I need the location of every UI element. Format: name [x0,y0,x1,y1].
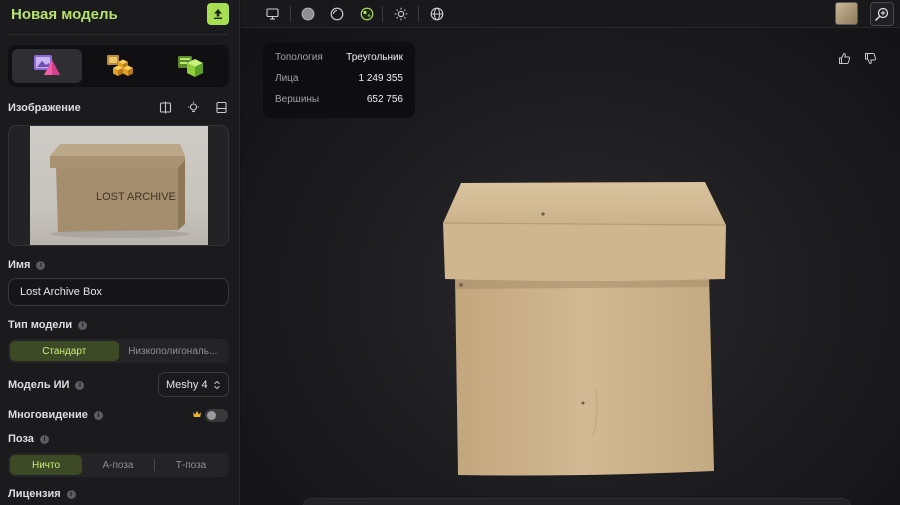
lighting-button[interactable] [392,5,410,23]
info-icon[interactable]: i [78,320,88,330]
multiview-label: Многовидение i [8,409,103,421]
crown-icon [193,411,201,417]
like-button[interactable] [836,50,852,66]
upload-icon [214,9,222,19]
text-to-3d-icon [178,56,204,77]
shaded-mode-button[interactable] [299,5,317,23]
sidebar: Новая модель Изображение LOST ARCHIVE Им… [0,0,240,505]
pose-none[interactable]: Ничто [10,455,82,475]
viewport-toolbar [241,0,900,28]
model-type-label: Тип модели i [8,319,88,331]
globe-icon [430,7,444,21]
model-type-segmented: Стандарт Низкополигональ... [8,339,229,363]
outline-sphere-icon [330,7,344,21]
page-title: Новая модель [11,6,118,23]
reference-thumbnail[interactable] [835,2,858,25]
pose-label: Поза i [8,433,49,445]
upload-button[interactable] [207,3,229,25]
image-upload-area[interactable]: LOST ARCHIVE [8,125,229,246]
info-icon[interactable]: i [66,489,76,499]
lightbulb-icon [187,101,199,112]
stat-row-topology: Топология Треугольник [275,52,403,63]
3d-viewport[interactable]: Топология Треугольник Лица 1 249 355 Вер… [241,0,900,505]
3d-model-box[interactable] [431,175,731,485]
zoom-button[interactable] [870,2,894,26]
compare-button[interactable] [158,100,172,114]
stat-row-vertices: Вершины 652 756 [275,94,403,105]
name-label: Имя i [8,259,46,271]
thumbs-down-icon [864,52,876,64]
divider [8,34,227,35]
bottom-panel-edge [303,498,851,505]
image-caption: LOST ARCHIVE [96,191,176,203]
pose-a[interactable]: А-поза [82,455,154,475]
clay-mode-button[interactable] [328,5,346,23]
mode-tab-multi-image[interactable] [84,49,154,83]
pose-t[interactable]: Т-поза [155,455,227,475]
multiview-toggle[interactable] [205,409,228,422]
crop-button[interactable] [214,100,228,114]
stat-row-faces: Лица 1 249 355 [275,73,403,84]
thumbs-up-icon [838,52,850,64]
mode-tab-text-to-3d[interactable] [155,49,225,83]
divider [418,6,419,22]
divider [290,6,291,22]
divider [382,6,383,22]
ai-model-label: Модель ИИ i [8,379,85,391]
textured-mode-button[interactable] [358,5,376,23]
model-type-lowpoly[interactable]: Низкополигональ... [119,341,228,361]
model-type-standard[interactable]: Стандарт [10,341,119,361]
environment-button[interactable] [428,5,446,23]
pose-segmented: Ничто А-поза Т-поза [8,453,229,477]
monitor-icon [265,8,279,20]
info-icon[interactable]: i [39,434,49,444]
mode-tab-image-to-3d[interactable] [12,49,82,83]
source-image: LOST ARCHIVE [30,126,208,245]
license-label: Лицензия i [8,488,76,500]
toggle-knob [207,411,216,420]
mesh-stats-panel: Топология Треугольник Лица 1 249 355 Вер… [263,42,415,118]
mode-selector [8,45,229,87]
image-section-label: Изображение [8,102,81,114]
dislike-button[interactable] [862,50,878,66]
chevron-updown-icon [214,380,220,389]
image-tools [158,100,228,114]
name-input[interactable]: Lost Archive Box [8,278,229,306]
split-view-icon [159,101,171,113]
textured-sphere-icon [360,7,374,21]
light-button[interactable] [186,100,200,114]
display-mode-button[interactable] [263,5,281,23]
multi-cubes-icon [106,55,133,76]
info-icon[interactable]: i [36,260,46,270]
magnifier-plus-icon [875,7,889,21]
info-icon[interactable]: i [93,410,103,420]
solid-sphere-icon [301,7,315,21]
sun-icon [394,7,408,21]
image-to-3d-icon [33,55,60,75]
ai-model-select[interactable]: Meshy 4 [158,372,229,397]
frame-icon [215,101,227,113]
info-icon[interactable]: i [75,380,85,390]
